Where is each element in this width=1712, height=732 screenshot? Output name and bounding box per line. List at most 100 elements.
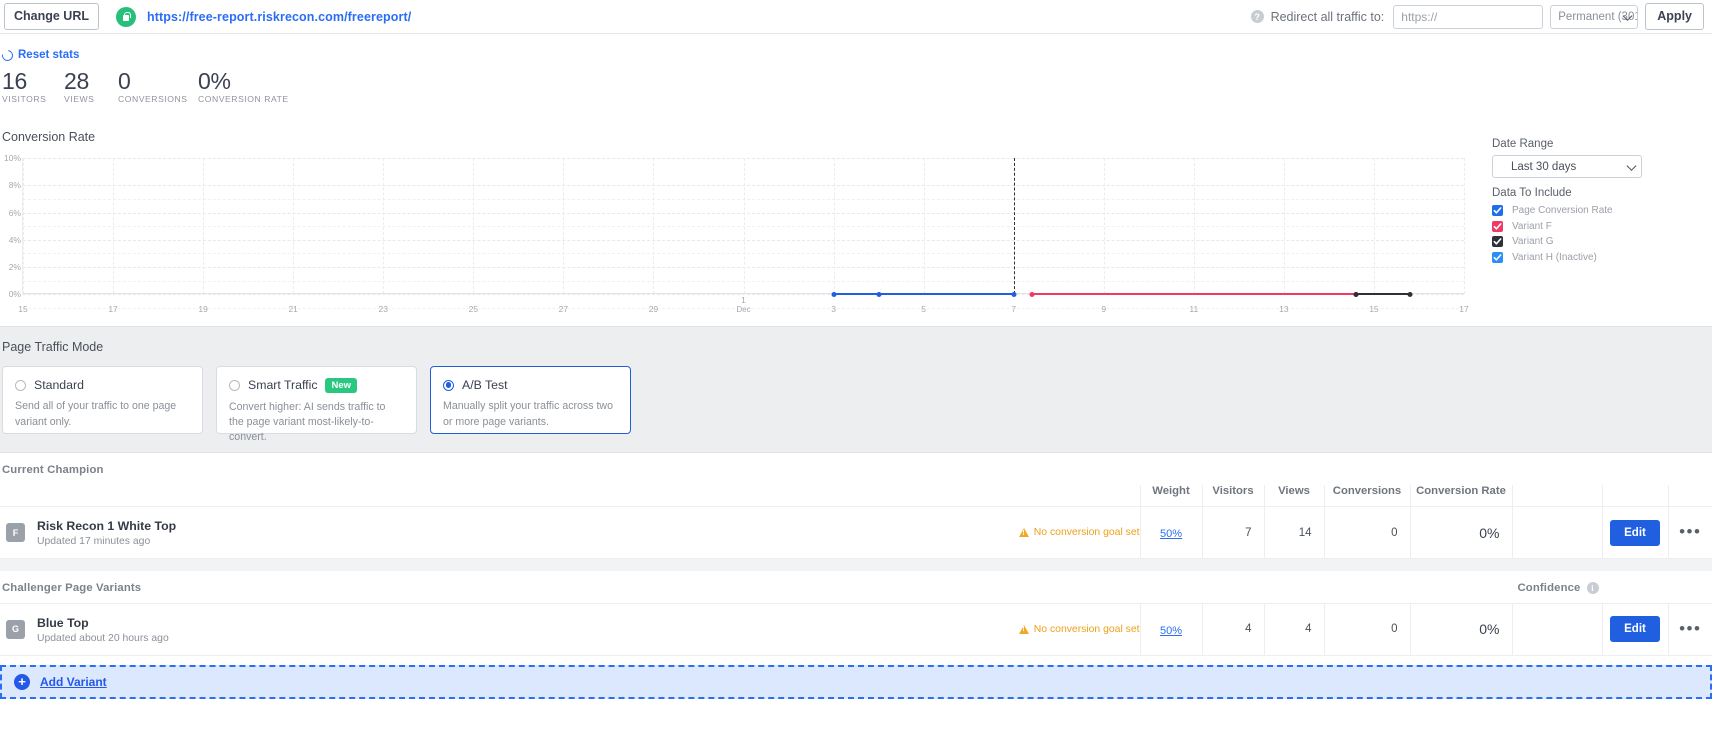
edit-button[interactable]: Edit — [1610, 616, 1660, 643]
change-url-button[interactable]: Change URL — [4, 3, 99, 30]
page-url-link[interactable]: https://free-report.riskrecon.com/freere… — [147, 10, 411, 24]
weight-link[interactable]: 50% — [1160, 625, 1182, 637]
variants-table: Current Champion Weight Visitors Views C… — [0, 453, 1712, 656]
reset-stats-label: Reset stats — [18, 49, 80, 61]
chart-vgridline — [1373, 158, 1375, 295]
apply-button[interactable]: Apply — [1645, 3, 1704, 30]
traffic-mode-smart-traffic-title: Smart Traffic — [248, 378, 318, 393]
page-traffic-mode-section: Page Traffic Mode Standard Send all of y… — [0, 326, 1712, 454]
chart-vgridline — [23, 158, 24, 295]
traffic-mode-option-ab-test[interactable]: A/B Test Manually split your traffic acr… — [430, 366, 631, 435]
no-conversion-goal-warning: No conversion goal set — [1018, 623, 1140, 635]
chart-vgridline — [1464, 158, 1465, 295]
chart-vgridline — [383, 158, 385, 295]
champion-menu-cell: ••• — [1667, 506, 1712, 559]
stat-conversion-rate-value: 0% — [198, 68, 231, 94]
chart-y-tick: 0% — [8, 289, 21, 300]
chart-x-tick: 3 — [831, 304, 836, 315]
chart-series-2 — [1355, 292, 1410, 296]
stat-conversions-value: 0 — [118, 68, 131, 94]
reset-stats-button[interactable]: Reset stats — [0, 47, 1712, 63]
legend-checkbox[interactable] — [1492, 205, 1503, 217]
champion-weight-cell: 50% — [1139, 506, 1202, 559]
warning-icon — [1018, 528, 1029, 538]
stat-views-label: VIEWS — [64, 94, 95, 105]
champion-variant-cell: F Risk Recon 1 White Top Updated 17 minu… — [0, 507, 1140, 559]
edit-button[interactable]: Edit — [1610, 519, 1660, 546]
column-views: Views — [1263, 485, 1324, 507]
more-options-icon[interactable]: ••• — [1679, 522, 1701, 541]
chart-x-tick: 23 — [378, 304, 388, 315]
chart-area: 0% 2% 4% 6% 8% 10% 15 17 19 21 23 25 27 29 1 Dec 3 5 7 9 11 1… — [0, 150, 1482, 318]
chart-x-tick: 1 Dec — [736, 295, 751, 315]
stat-conversions: 0 CONVERSIONS — [118, 69, 198, 104]
table-row: G Blue Top Updated about 20 hours ago No… — [0, 603, 1712, 656]
confidence-label: Confidence — [1517, 581, 1581, 594]
champion-visitors-cell: 7 — [1201, 506, 1264, 559]
legend-item-2[interactable]: Variant G — [1492, 236, 1704, 248]
redirect-type-select[interactable]: Permanent (301) — [1550, 4, 1639, 29]
chart-x-tick: 13 — [1279, 304, 1289, 315]
variant-badge: F — [6, 523, 25, 543]
chart-plot: 0% 2% 4% 6% 8% 10% 15 17 19 21 23 25 27 29 1 Dec 3 5 7 9 11 1… — [4, 153, 1469, 314]
help-icon[interactable]: ? — [1250, 10, 1264, 23]
chart-vgridline — [1193, 158, 1195, 295]
legend-item-3[interactable]: Variant H (Inactive) — [1492, 251, 1704, 263]
champion-views-cell: 14 — [1263, 506, 1324, 559]
chevron-down-icon — [1626, 160, 1637, 171]
traffic-mode-option-smart-traffic[interactable]: Smart Traffic New Convert higher: AI sen… — [216, 366, 417, 443]
stat-visitors: 16 VISITORS — [2, 69, 64, 104]
variant-badge: G — [6, 619, 25, 639]
chart-y-tick: 8% — [8, 180, 21, 191]
radio-standard[interactable] — [15, 379, 26, 391]
variant-name[interactable]: Risk Recon 1 White Top — [37, 519, 176, 533]
warning-text: No conversion goal set — [1033, 623, 1140, 635]
challenger-menu-cell: ••• — [1667, 603, 1712, 656]
chart-x-tick: 17 — [108, 304, 118, 315]
legend-item-0[interactable]: Page Conversion Rate — [1492, 205, 1704, 217]
top-toolbar: Change URL https://free-report.riskrecon… — [0, 0, 1712, 34]
challenger-confidence-cell — [1511, 603, 1602, 656]
chart-x-tick: 9 — [1101, 304, 1107, 315]
chart-point — [831, 291, 837, 297]
legend-item-1[interactable]: Variant F — [1492, 220, 1704, 232]
stat-views: 28 VIEWS — [64, 69, 118, 104]
chart-x-tick: 29 — [648, 304, 659, 315]
champion-section-header: Current Champion — [0, 453, 1712, 485]
chart-vgridline — [113, 158, 115, 295]
stat-views-value: 28 — [64, 68, 89, 94]
no-conversion-goal-warning: No conversion goal set — [1018, 527, 1140, 539]
traffic-mode-ab-test-title: A/B Test — [462, 378, 508, 393]
radio-smart-traffic[interactable] — [229, 379, 240, 391]
chart-x-tick: 15 — [18, 304, 28, 315]
legend-label: Page Conversion Rate — [1512, 205, 1613, 217]
challenger-section-header: Challenger Page Variants Confidence i — [0, 571, 1712, 604]
legend-label: Variant G — [1512, 236, 1554, 248]
chart-vgridline — [1103, 158, 1105, 295]
variant-name[interactable]: Blue Top — [37, 616, 89, 630]
challenger-variant-cell: G Blue Top Updated about 20 hours ago No… — [0, 603, 1140, 655]
traffic-mode-option-standard[interactable]: Standard Send all of your traffic to one… — [2, 366, 203, 435]
refresh-icon — [0, 47, 16, 63]
legend-checkbox[interactable] — [1492, 220, 1503, 232]
chart-y-tick: 4% — [8, 234, 21, 245]
weight-link[interactable]: 50% — [1160, 528, 1182, 540]
chart-x-tick: 25 — [468, 304, 479, 315]
challenger-conversion-rate-cell: 0% — [1409, 603, 1512, 656]
data-to-include-label: Data To Include — [1492, 187, 1572, 200]
radio-ab-test[interactable] — [443, 379, 454, 391]
add-variant-button[interactable]: + Add Variant — [0, 664, 1712, 699]
info-icon[interactable]: i — [1586, 581, 1599, 594]
page-traffic-mode-title: Page Traffic Mode — [2, 340, 104, 355]
warning-text: No conversion goal set — [1033, 527, 1140, 539]
champion-conversions-cell: 0 — [1323, 506, 1410, 559]
more-options-icon[interactable]: ••• — [1679, 619, 1701, 638]
variant-updated: Updated 17 minutes ago — [37, 536, 151, 548]
date-range-select[interactable]: Last 30 days — [1492, 155, 1642, 179]
legend-checkbox[interactable] — [1492, 251, 1503, 263]
new-badge: New — [325, 378, 358, 393]
stat-conversion-rate: 0% CONVERSION RATE — [198, 69, 318, 104]
legend-checkbox[interactable] — [1492, 236, 1503, 248]
redirect-url-input[interactable] — [1393, 4, 1544, 29]
chart-point — [1353, 291, 1359, 297]
